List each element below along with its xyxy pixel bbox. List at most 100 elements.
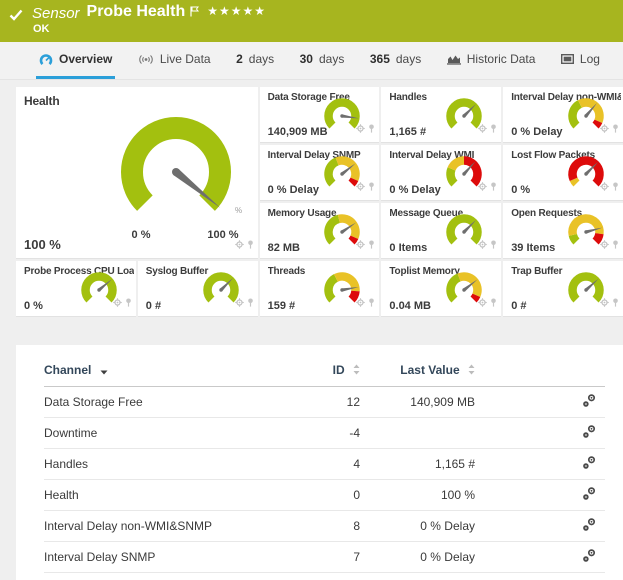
- channel-id-cell: 8: [280, 511, 360, 542]
- gauge-tile-trap-buffer[interactable]: Trap Buffer 0 #: [503, 261, 623, 317]
- table-row[interactable]: Interval Delay SNMP 7 0 % Delay: [44, 542, 605, 573]
- gear-icon[interactable]: [356, 236, 365, 254]
- gauge-tile-probe-process-cpu-load[interactable]: Probe Process CPU Load 0 %: [16, 261, 136, 317]
- gauge-value: 0 Items: [389, 242, 427, 254]
- channel-settings-icon[interactable]: [582, 424, 597, 442]
- tab-bar: Overview Live Data 2 days 30 days 365 da…: [0, 42, 623, 80]
- channel-id-cell: -4: [280, 418, 360, 449]
- pin-icon[interactable]: [368, 178, 375, 196]
- gear-icon[interactable]: [235, 236, 244, 254]
- column-header-last-value[interactable]: Last Value: [360, 355, 475, 387]
- gear-icon[interactable]: [356, 294, 365, 312]
- gauge-tile-toplist-memory[interactable]: Toplist Memory 0.04 MB: [381, 261, 501, 317]
- channel-last-value-cell: 1,165 #: [360, 449, 475, 480]
- gear-icon[interactable]: [600, 294, 609, 312]
- gauge-tile-threads[interactable]: Threads 159 #: [260, 261, 380, 317]
- gear-icon[interactable]: [235, 294, 244, 312]
- column-header-actions: [475, 355, 605, 387]
- pin-icon[interactable]: [247, 294, 254, 312]
- gear-icon[interactable]: [356, 178, 365, 196]
- tab-days365[interactable]: 365 days: [367, 42, 424, 79]
- priority-stars[interactable]: ★★★★★: [207, 4, 266, 18]
- pin-icon[interactable]: [612, 178, 619, 196]
- table-row[interactable]: Downtime -4: [44, 418, 605, 449]
- pin-icon[interactable]: [490, 120, 497, 138]
- pin-icon[interactable]: [368, 120, 375, 138]
- live-data-icon: [138, 54, 154, 65]
- pin-icon[interactable]: [368, 294, 375, 312]
- gauge-icon: [39, 53, 53, 66]
- gauge-tile-message-queue[interactable]: Message Queue 0 Items: [381, 203, 501, 259]
- channel-settings-icon[interactable]: [582, 548, 597, 566]
- pin-icon[interactable]: [247, 236, 254, 254]
- pin-icon[interactable]: [612, 236, 619, 254]
- status-badge: OK: [33, 23, 50, 35]
- gear-icon[interactable]: [600, 236, 609, 254]
- channel-last-value-cell: [360, 418, 475, 449]
- gauge-value: 0 %: [511, 184, 530, 196]
- gauge-tile-interval-delay-snmp[interactable]: Interval Delay SNMP 0 % Delay: [260, 145, 380, 201]
- gauge-tile-health[interactable]: Health % 0 % 100 % 100 %: [16, 87, 258, 259]
- channel-id-cell: 0: [280, 480, 360, 511]
- pin-icon[interactable]: [490, 178, 497, 196]
- column-header-channel[interactable]: Channel: [44, 355, 280, 387]
- gauge-tile-syslog-buffer[interactable]: Syslog Buffer 0 #: [138, 261, 258, 317]
- channel-settings-icon[interactable]: [582, 455, 597, 473]
- pin-icon[interactable]: [612, 294, 619, 312]
- gauge-value: 100 %: [24, 237, 61, 252]
- gear-icon[interactable]: [478, 178, 487, 196]
- gauge-tile-lost-flow-packets[interactable]: Lost Flow Packets 0 %: [503, 145, 623, 201]
- pin-icon[interactable]: [490, 294, 497, 312]
- gauge-value: 39 Items: [511, 242, 555, 254]
- tab-overview[interactable]: Overview: [36, 42, 115, 79]
- channel-last-value-cell: 140,909 MB: [360, 387, 475, 418]
- channel-name-cell: Interval Delay SNMP: [44, 542, 280, 573]
- gauge-tile-memory-usage[interactable]: Memory Usage 82 MB: [260, 203, 380, 259]
- gauge-unit-label: %: [235, 206, 242, 215]
- gauge-value: 0 % Delay: [511, 126, 562, 138]
- sort-desc-icon: [100, 364, 108, 378]
- tab-days2[interactable]: 2 days: [233, 42, 277, 79]
- gauge-tile-handles[interactable]: Handles 1,165 #: [381, 87, 501, 143]
- table-row[interactable]: Data Storage Free 12 140,909 MB: [44, 387, 605, 418]
- pin-icon[interactable]: [368, 236, 375, 254]
- channel-settings-icon[interactable]: [582, 486, 597, 504]
- chart-icon: [447, 54, 461, 65]
- channel-last-value-cell: 0 % Delay: [360, 511, 475, 542]
- column-header-id[interactable]: ID: [280, 355, 360, 387]
- channel-id-cell: 4: [280, 449, 360, 480]
- channel-name-cell: Downtime: [44, 418, 280, 449]
- tab-days30[interactable]: 30 days: [297, 42, 348, 79]
- tab-log[interactable]: Log: [558, 42, 603, 79]
- gear-icon[interactable]: [600, 178, 609, 196]
- gauge-scale-min: 0 %: [119, 229, 163, 241]
- gauges-grid: Health % 0 % 100 % 100 % Data Storage Fr…: [16, 87, 623, 317]
- gear-icon[interactable]: [113, 294, 122, 312]
- channel-settings-icon[interactable]: [582, 517, 597, 535]
- sensor-category-label: Sensor: [32, 5, 80, 22]
- tab-live-data[interactable]: Live Data: [135, 42, 214, 79]
- table-row[interactable]: Health 0 100 %: [44, 480, 605, 511]
- log-icon: [561, 54, 574, 64]
- table-row[interactable]: Interval Delay non-WMI&SNMP 8 0 % Delay: [44, 511, 605, 542]
- pin-icon[interactable]: [490, 236, 497, 254]
- gauge-value: 0 % Delay: [268, 184, 319, 196]
- gauge-tile-interval-delay-non-wmi-snmp[interactable]: Interval Delay non-WMI&SNMP 0 % Delay: [503, 87, 623, 143]
- gear-icon[interactable]: [478, 120, 487, 138]
- channel-name-cell: Health: [44, 480, 280, 511]
- channel-table-panel: Channel ID Last Value Data Storage Free …: [16, 345, 623, 580]
- gauge-tile-data-storage-free[interactable]: Data Storage Free 140,909 MB: [260, 87, 380, 143]
- gear-icon[interactable]: [478, 294, 487, 312]
- flag-icon: [190, 4, 199, 22]
- tab-historic-data[interactable]: Historic Data: [444, 42, 539, 79]
- gear-icon[interactable]: [356, 120, 365, 138]
- channel-settings-icon[interactable]: [582, 393, 597, 411]
- table-row[interactable]: Handles 4 1,165 #: [44, 449, 605, 480]
- gear-icon[interactable]: [600, 120, 609, 138]
- gear-icon[interactable]: [478, 236, 487, 254]
- gauge-tile-interval-delay-wmi[interactable]: Interval Delay WMI 0 % Delay: [381, 145, 501, 201]
- channel-last-value-cell: 0 % Delay: [360, 542, 475, 573]
- pin-icon[interactable]: [125, 294, 132, 312]
- gauge-tile-open-requests[interactable]: Open Requests 39 Items: [503, 203, 623, 259]
- pin-icon[interactable]: [612, 120, 619, 138]
